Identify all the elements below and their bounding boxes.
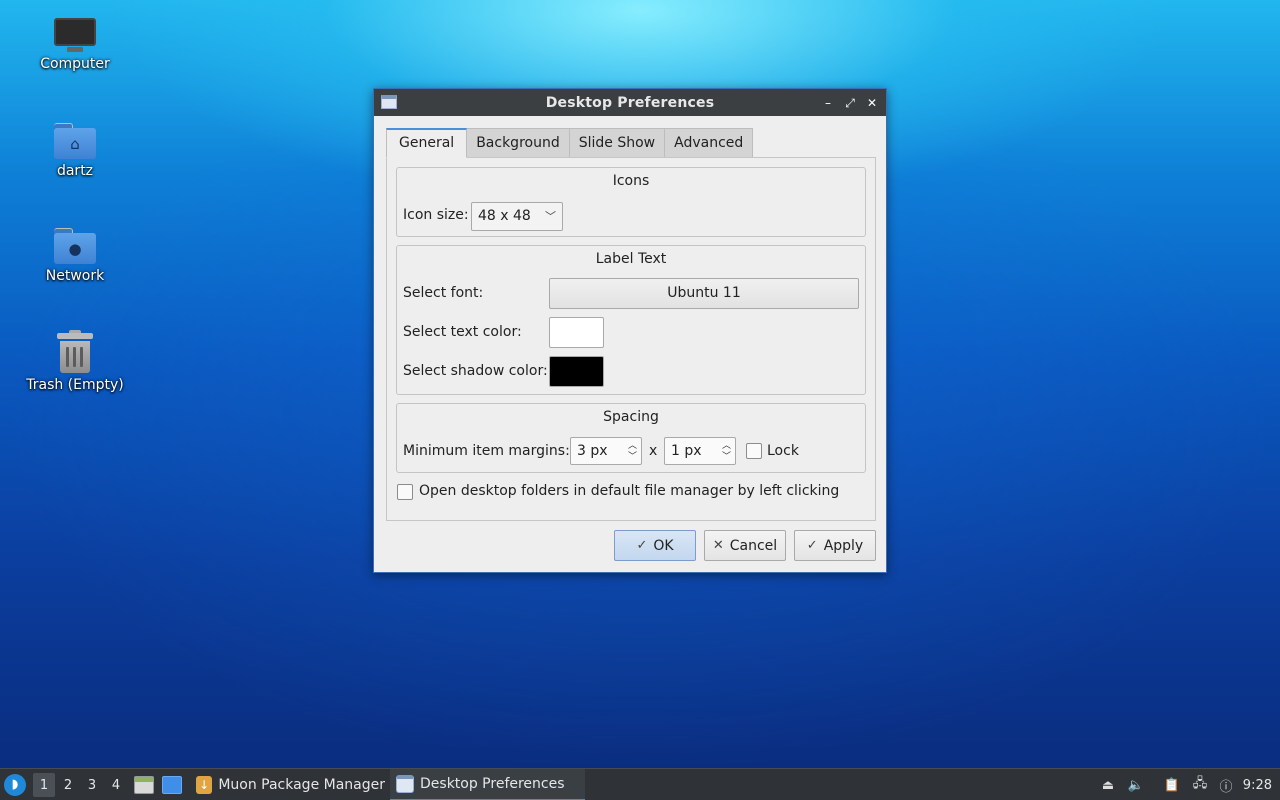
label-text-group-title: Label Text [595, 251, 667, 267]
volume-icon[interactable]: 🔈 [1127, 769, 1145, 800]
label-text-group: Label Text Select font: Ubuntu 11 Select… [396, 245, 866, 395]
chevron-up-icon[interactable]: ︿ [722, 441, 731, 451]
home-folder-icon: ⌂ [54, 123, 96, 159]
lubuntu-logo-icon: ◗ [4, 774, 26, 796]
x-icon: ✕ [712, 538, 724, 553]
desktop-icon-label: Trash (Empty) [26, 377, 124, 393]
desktop-preferences-dialog: Desktop Preferences – ⤢ ✕ General Backgr… [373, 88, 887, 573]
start-menu-button[interactable]: ◗ [4, 769, 28, 800]
computer-icon [54, 18, 96, 52]
tab-general[interactable]: General [386, 128, 468, 158]
select-font-label: Select font: [403, 285, 484, 301]
network-icon[interactable]: 🖧 [1191, 769, 1209, 800]
ok-button[interactable]: ✓ OK [614, 530, 696, 561]
check-icon: ✓ [636, 538, 648, 553]
shadow-color-label: Select shadow color: [403, 363, 548, 379]
apply-button-label: Apply [823, 537, 864, 554]
desktop-icon-trash[interactable]: Trash (Empty) [15, 330, 135, 393]
general-tab-panel: Icons Icon size: 48 x 48 ﹀ Label Text Se… [386, 157, 876, 521]
titlebar[interactable]: Desktop Preferences – ⤢ ✕ [374, 89, 886, 116]
icons-group-title: Icons [612, 173, 650, 189]
eject-icon[interactable]: ⏏ [1099, 769, 1117, 800]
desktop-icon-network[interactable]: ● Network [15, 228, 135, 284]
margin-y-value: 1 px [671, 443, 702, 459]
maximize-icon[interactable]: ⤢ [842, 95, 858, 111]
icon-size-value: 48 x 48 [478, 208, 531, 224]
desktop-icon-computer[interactable]: Computer [15, 18, 135, 72]
open-folders-label: Open desktop folders in default file man… [419, 483, 840, 499]
window-icon [381, 95, 397, 109]
workspace-4[interactable]: 4 [105, 769, 127, 800]
shadow-color-button[interactable] [549, 356, 604, 387]
cancel-button[interactable]: ✕ Cancel [704, 530, 786, 561]
desktop-icon-label: dartz [56, 163, 94, 179]
lock-label: Lock [767, 443, 799, 459]
icon-size-label: Icon size: [403, 207, 469, 223]
desktop-icon [162, 776, 182, 794]
workspace-1[interactable]: 1 [33, 773, 55, 797]
margin-y-stepper[interactable]: 1 px ︿ ﹀ [664, 437, 736, 465]
task-label: Desktop Preferences [420, 776, 565, 792]
text-color-button[interactable] [549, 317, 604, 348]
network-folder-icon: ● [54, 228, 96, 264]
margin-x-value: 3 px [577, 443, 608, 459]
notification-icon[interactable]: ⓘ [1217, 769, 1235, 800]
tab-slide-show[interactable]: Slide Show [569, 128, 666, 158]
open-folders-checkbox[interactable] [397, 484, 413, 500]
package-manager-icon: ↓ [196, 776, 213, 794]
font-button[interactable]: Ubuntu 11 [549, 278, 859, 309]
icon-size-select[interactable]: 48 x 48 ﹀ [471, 202, 563, 231]
cancel-button-label: Cancel [729, 537, 778, 554]
workspace-2[interactable]: 2 [57, 769, 79, 800]
task-muon-package-manager[interactable]: ↓ Muon Package Manager [190, 769, 385, 800]
margin-x-stepper[interactable]: 3 px ︿ ﹀ [570, 437, 642, 465]
window-icon [396, 775, 414, 793]
item-margins-label: Minimum item margins: [403, 443, 570, 459]
desktop-icon-label: Network [45, 268, 105, 284]
margin-separator: x [649, 443, 658, 459]
clipboard-icon[interactable]: 📋 [1163, 769, 1181, 800]
clock[interactable]: 9:28 [1243, 769, 1272, 800]
ok-button-label: OK [653, 537, 674, 554]
spacing-group-title: Spacing [603, 409, 659, 425]
chevron-down-icon: ﹀ [545, 210, 556, 223]
desktop-icon-label: Computer [40, 56, 110, 72]
window-title: Desktop Preferences [545, 94, 715, 111]
spacing-group: Spacing Minimum item margins: 3 px ︿ ﹀ x… [396, 403, 866, 473]
minimize-icon[interactable]: – [820, 95, 836, 111]
icons-group: Icons Icon size: 48 x 48 ﹀ [396, 167, 866, 237]
check-icon: ✓ [806, 538, 818, 553]
task-label: Muon Package Manager [218, 777, 385, 793]
chevron-down-icon[interactable]: ﹀ [722, 452, 731, 462]
close-icon[interactable]: ✕ [864, 95, 880, 111]
trash-icon [57, 330, 93, 373]
show-desktop-button[interactable] [162, 769, 182, 800]
text-color-label: Select text color: [403, 324, 522, 340]
apply-button[interactable]: ✓ Apply [794, 530, 876, 561]
file-manager-icon [134, 776, 154, 794]
task-desktop-preferences[interactable]: Desktop Preferences [390, 769, 585, 800]
lock-checkbox[interactable] [746, 443, 762, 459]
chevron-up-icon[interactable]: ︿ [628, 441, 637, 451]
tab-advanced[interactable]: Advanced [665, 128, 754, 158]
tab-bar: General Background Slide Show Advanced [386, 128, 754, 158]
workspace-3[interactable]: 3 [81, 769, 103, 800]
taskbar: ◗ 1 2 3 4 ↓ Muon Package Manager Desktop… [0, 768, 1280, 800]
chevron-down-icon[interactable]: ﹀ [628, 452, 637, 462]
file-manager-launcher[interactable] [134, 769, 154, 800]
tab-background[interactable]: Background [467, 128, 570, 158]
desktop-icon-home-folder[interactable]: ⌂ dartz [15, 123, 135, 179]
